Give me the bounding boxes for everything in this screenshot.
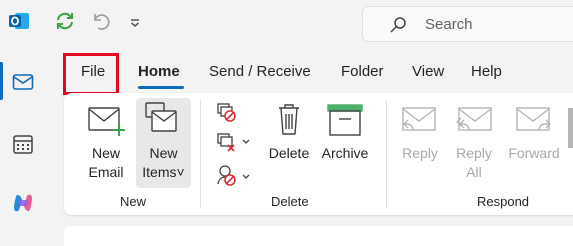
tab-view[interactable]: View: [412, 63, 444, 80]
reply-all-label-line1: Reply: [456, 145, 492, 161]
group-separator: [200, 100, 201, 208]
archive-button[interactable]: Archive: [318, 100, 372, 188]
new-items-button[interactable]: New Items˅: [136, 100, 191, 188]
file-tab-highlight-box: [63, 53, 119, 95]
rail-active-indicator: [0, 62, 3, 100]
reply-all-button: Reply All: [452, 100, 496, 188]
clean-up-icon: [215, 133, 255, 157]
junk-icon: [215, 165, 255, 192]
forward-button: Forward: [505, 100, 563, 188]
mail-icon[interactable]: [11, 70, 35, 94]
message-list-header: [64, 226, 573, 246]
group-label-respond: Respond: [477, 194, 530, 209]
overflow-edge: [568, 108, 573, 148]
forward-label: Forward: [508, 145, 560, 161]
new-email-label-line2: Email: [88, 164, 124, 180]
new-items-label-line2: Items: [142, 164, 177, 180]
ignore-icon: [215, 103, 239, 127]
chevron-down-icon: ˅: [176, 164, 185, 180]
customize-dropdown-icon[interactable]: [124, 10, 146, 32]
new-email-button[interactable]: New Email: [84, 100, 128, 188]
forward-icon: [515, 104, 553, 145]
delete-button[interactable]: Delete: [266, 100, 312, 188]
clean-up-button[interactable]: [215, 131, 255, 153]
reply-all-icon: [455, 104, 493, 145]
undo-icon[interactable]: [89, 10, 111, 32]
active-tab-indicator: [138, 86, 184, 89]
group-label-delete: Delete: [271, 194, 309, 209]
new-items-label-line1: New: [149, 145, 178, 161]
reply-all-label-line2: All: [466, 164, 482, 180]
tab-send-receive[interactable]: Send / Receive: [209, 63, 311, 80]
group-separator: [386, 100, 387, 208]
copilot-icon[interactable]: [11, 191, 35, 215]
delete-icon: [274, 100, 304, 145]
reply-icon: [401, 104, 439, 145]
reply-button: Reply: [398, 100, 442, 188]
tab-home[interactable]: Home: [138, 63, 180, 80]
search-icon: [389, 16, 407, 34]
ignore-button[interactable]: [215, 101, 239, 123]
outlook-logo-icon: [8, 10, 30, 32]
new-email-label-line1: New: [91, 145, 120, 161]
calendar-icon[interactable]: [11, 132, 35, 156]
sync-icon[interactable]: [54, 10, 76, 32]
junk-button[interactable]: [215, 162, 255, 188]
group-label-new: New: [120, 194, 147, 209]
tab-folder[interactable]: Folder: [341, 63, 384, 80]
search-box[interactable]: Search: [362, 6, 573, 42]
archive-icon: [326, 102, 364, 143]
new-email-icon: [86, 102, 128, 143]
archive-label: Archive: [321, 145, 369, 161]
new-items-icon: [143, 100, 183, 143]
search-placeholder: Search: [425, 16, 473, 33]
reply-label: Reply: [402, 145, 438, 161]
delete-label: Delete: [268, 145, 310, 161]
tab-help[interactable]: Help: [471, 63, 502, 80]
